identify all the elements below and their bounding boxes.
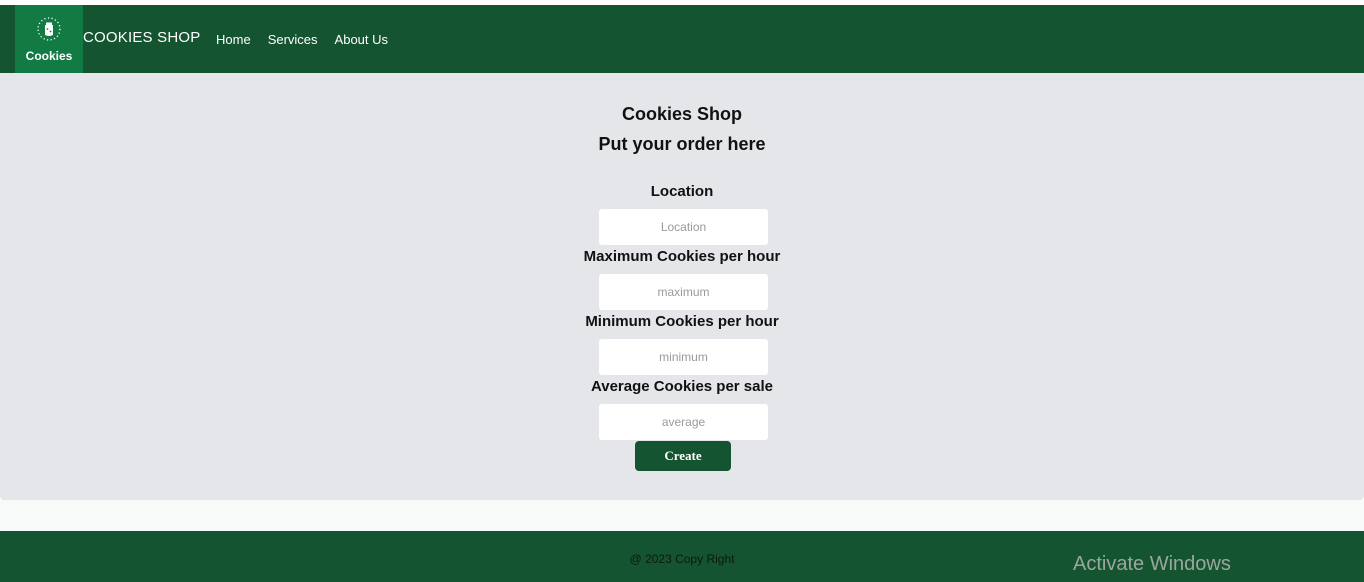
- nav-link-home[interactable]: Home: [216, 32, 251, 47]
- nav-link-about-us[interactable]: About Us: [335, 32, 388, 47]
- page-subtitle: Put your order here: [598, 134, 766, 154]
- location-input[interactable]: [599, 209, 768, 245]
- create-button[interactable]: Create: [635, 441, 731, 471]
- average-label: Average Cookies per sale: [590, 378, 774, 395]
- footer: @ 2023 Copy Right Activate Windows: [0, 531, 1364, 582]
- brand-name: COOKIES SHOP: [83, 29, 201, 46]
- cookie-jar-icon: [37, 17, 61, 41]
- maximum-label: Maximum Cookies per hour: [583, 248, 781, 265]
- maximum-input[interactable]: [599, 274, 768, 310]
- logo[interactable]: Cookies: [15, 5, 83, 73]
- order-form-section: Cookies Shop Put your order here Locatio…: [0, 73, 1364, 500]
- footer-spacer: [0, 500, 1364, 531]
- minimum-label: Minimum Cookies per hour: [585, 313, 779, 330]
- nav-link-services[interactable]: Services: [268, 32, 318, 47]
- average-input[interactable]: [599, 404, 768, 440]
- activate-windows-watermark: Activate Windows: [1073, 553, 1231, 575]
- main-nav: Home Services About Us: [216, 32, 405, 47]
- location-label: Location: [650, 183, 714, 200]
- minimum-input[interactable]: [599, 339, 768, 375]
- top-navbar: Cookies COOKIES SHOP Home Services About…: [0, 5, 1364, 73]
- logo-label: Cookies: [25, 49, 73, 63]
- page-title: Cookies Shop: [621, 104, 742, 124]
- page: Cookies COOKIES SHOP Home Services About…: [0, 0, 1364, 582]
